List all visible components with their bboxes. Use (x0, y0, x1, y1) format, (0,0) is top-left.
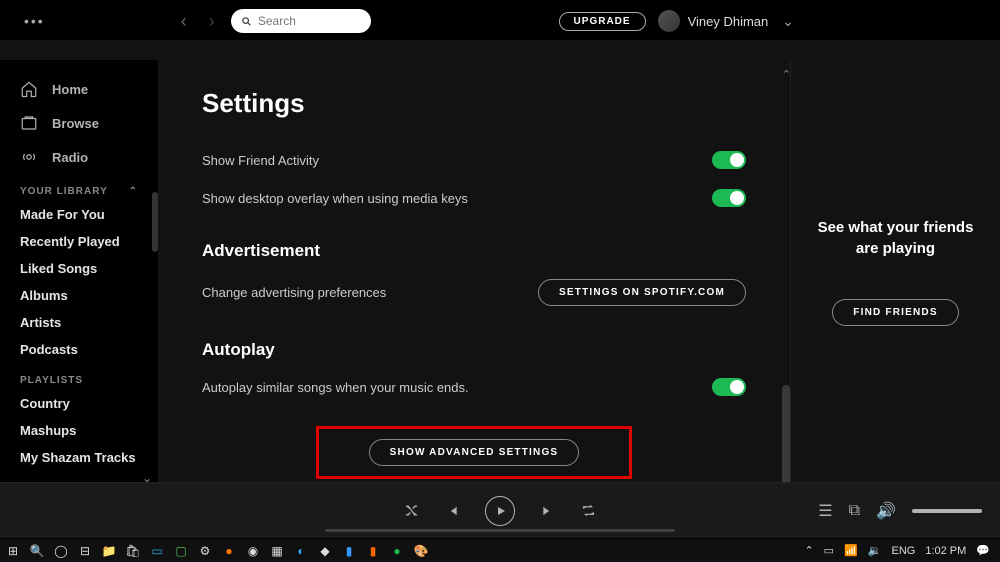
chevron-up-icon[interactable]: ⌃ (129, 186, 138, 197)
progress-bar[interactable] (325, 529, 675, 532)
cortana-icon[interactable]: ◯ (52, 542, 70, 560)
sidebar-item-recently-played[interactable]: Recently Played (0, 228, 158, 255)
chevron-down-icon: ⌄ (782, 13, 794, 30)
advertisement-header: Advertisement (202, 241, 746, 261)
sidebar-item-radio[interactable]: Radio (0, 140, 158, 174)
search-icon (241, 15, 252, 28)
highlight-annotation: SHOW ADVANCED SETTINGS (316, 426, 633, 479)
browse-icon (20, 114, 38, 132)
play-button[interactable] (485, 496, 515, 526)
desktop-overlay-toggle[interactable] (712, 189, 746, 207)
library-header: YOUR LIBRARY⌃ (0, 174, 158, 201)
clock[interactable]: 1:02 PM (925, 545, 966, 557)
home-icon (20, 80, 38, 98)
sidebar-item-liked-songs[interactable]: Liked Songs (0, 255, 158, 282)
spotify-icon[interactable]: ● (388, 542, 406, 560)
setting-label: Autoplay similar songs when your music e… (202, 380, 469, 395)
sidebar-item-albums[interactable]: Albums (0, 282, 158, 309)
friends-title: See what your friends are playing (815, 217, 976, 259)
app-icon[interactable]: ▢ (172, 542, 190, 560)
sidebar-item-playlist[interactable]: Country (0, 390, 158, 417)
show-advanced-settings-button[interactable]: SHOW ADVANCED SETTINGS (369, 439, 580, 466)
firefox-icon[interactable]: ● (220, 542, 238, 560)
sidebar-item-home[interactable]: Home (0, 72, 158, 106)
sidebar-label: Browse (52, 116, 99, 131)
avatar (658, 10, 680, 32)
scrollbar[interactable] (782, 385, 790, 482)
forward-button[interactable]: › (203, 11, 221, 32)
explorer-icon[interactable]: 📁 (100, 542, 118, 560)
settings-icon[interactable]: ⚙ (196, 542, 214, 560)
next-icon[interactable] (541, 504, 555, 518)
upgrade-button[interactable]: UPGRADE (559, 12, 646, 31)
repeat-icon[interactable] (581, 503, 596, 518)
back-button[interactable]: ‹ (175, 11, 193, 32)
devices-icon[interactable]: ⧉ (849, 502, 860, 520)
player-bar: ☰ ⧉ 🔊 (0, 482, 1000, 538)
windows-taskbar[interactable]: ⊞ 🔍 ◯ ⊟ 📁 🛍 ▭ ▢ ⚙ ● ◉ ▦ ◐ ◆ ▮ ▮ ● 🎨 ⌃ ▭ … (0, 538, 1000, 562)
page-title: Settings (202, 88, 746, 119)
autoplay-toggle[interactable] (712, 378, 746, 396)
app-icon[interactable]: ▮ (340, 542, 358, 560)
queue-icon[interactable]: ☰ (818, 501, 832, 521)
mail-icon[interactable]: ▭ (148, 542, 166, 560)
search-input[interactable] (258, 14, 361, 28)
taskview-icon[interactable]: ⊟ (76, 542, 94, 560)
app-icon[interactable]: ▮ (364, 542, 382, 560)
volume-tray-icon[interactable]: 🔉 (868, 544, 882, 557)
sidebar-label: Home (52, 82, 88, 97)
autoplay-header: Autoplay (202, 340, 746, 360)
shuffle-icon[interactable] (404, 503, 419, 518)
battery-icon[interactable]: ▭ (824, 544, 834, 557)
wifi-icon[interactable]: 📶 (844, 544, 858, 557)
search-input-container[interactable] (231, 9, 371, 33)
language-indicator[interactable]: ENG (891, 545, 915, 557)
setting-label: Show Friend Activity (202, 153, 319, 168)
find-friends-button[interactable]: FIND FRIENDS (832, 299, 958, 326)
sidebar: Home Browse Radio YOUR LIBRARY⌃ Made For… (0, 60, 158, 482)
menu-dots-icon[interactable]: ••• (24, 13, 45, 29)
volume-icon[interactable]: 🔊 (876, 501, 896, 521)
settings-on-spotify-button[interactable]: SETTINGS ON SPOTIFY.COM (538, 279, 746, 306)
user-menu[interactable]: Viney Dhiman ⌄ (658, 10, 794, 32)
setting-label: Change advertising preferences (202, 285, 386, 300)
username-label: Viney Dhiman (688, 14, 769, 29)
start-icon[interactable]: ⊞ (4, 542, 22, 560)
friend-activity-toggle[interactable] (712, 151, 746, 169)
sidebar-item-playlist[interactable]: My Shazam Tracks (0, 444, 158, 471)
previous-icon[interactable] (445, 504, 459, 518)
sidebar-item-podcasts[interactable]: Podcasts (0, 336, 158, 363)
search-icon[interactable]: 🔍 (28, 542, 46, 560)
notifications-icon[interactable]: 💬 (976, 544, 990, 557)
app-icon[interactable]: ◆ (316, 542, 334, 560)
volume-slider[interactable] (912, 509, 982, 513)
edge-icon[interactable]: ◐ (292, 542, 310, 560)
chevron-down-icon[interactable]: ⌄ (0, 471, 158, 482)
ms-icon[interactable]: ▦ (268, 542, 286, 560)
sidebar-item-artists[interactable]: Artists (0, 309, 158, 336)
app-icon[interactable]: 🎨 (412, 542, 430, 560)
scroll-up-icon[interactable]: ⌃ (782, 68, 790, 81)
chrome-icon[interactable]: ◉ (244, 542, 262, 560)
sidebar-label: Radio (52, 150, 88, 165)
setting-label: Show desktop overlay when using media ke… (202, 191, 468, 206)
store-icon[interactable]: 🛍 (124, 542, 142, 560)
sidebar-item-made-for-you[interactable]: Made For You (0, 201, 158, 228)
radio-icon (20, 148, 38, 166)
main-panel: ⌃ Settings Show Friend Activity Show des… (158, 60, 790, 482)
friends-panel: See what your friends are playing FIND F… (790, 60, 1000, 482)
tray-chevron-icon[interactable]: ⌃ (804, 544, 813, 557)
play-icon (495, 505, 507, 517)
sidebar-item-playlist[interactable]: Mashups (0, 417, 158, 444)
playlists-header: PLAYLISTS (0, 363, 158, 390)
sidebar-item-browse[interactable]: Browse (0, 106, 158, 140)
